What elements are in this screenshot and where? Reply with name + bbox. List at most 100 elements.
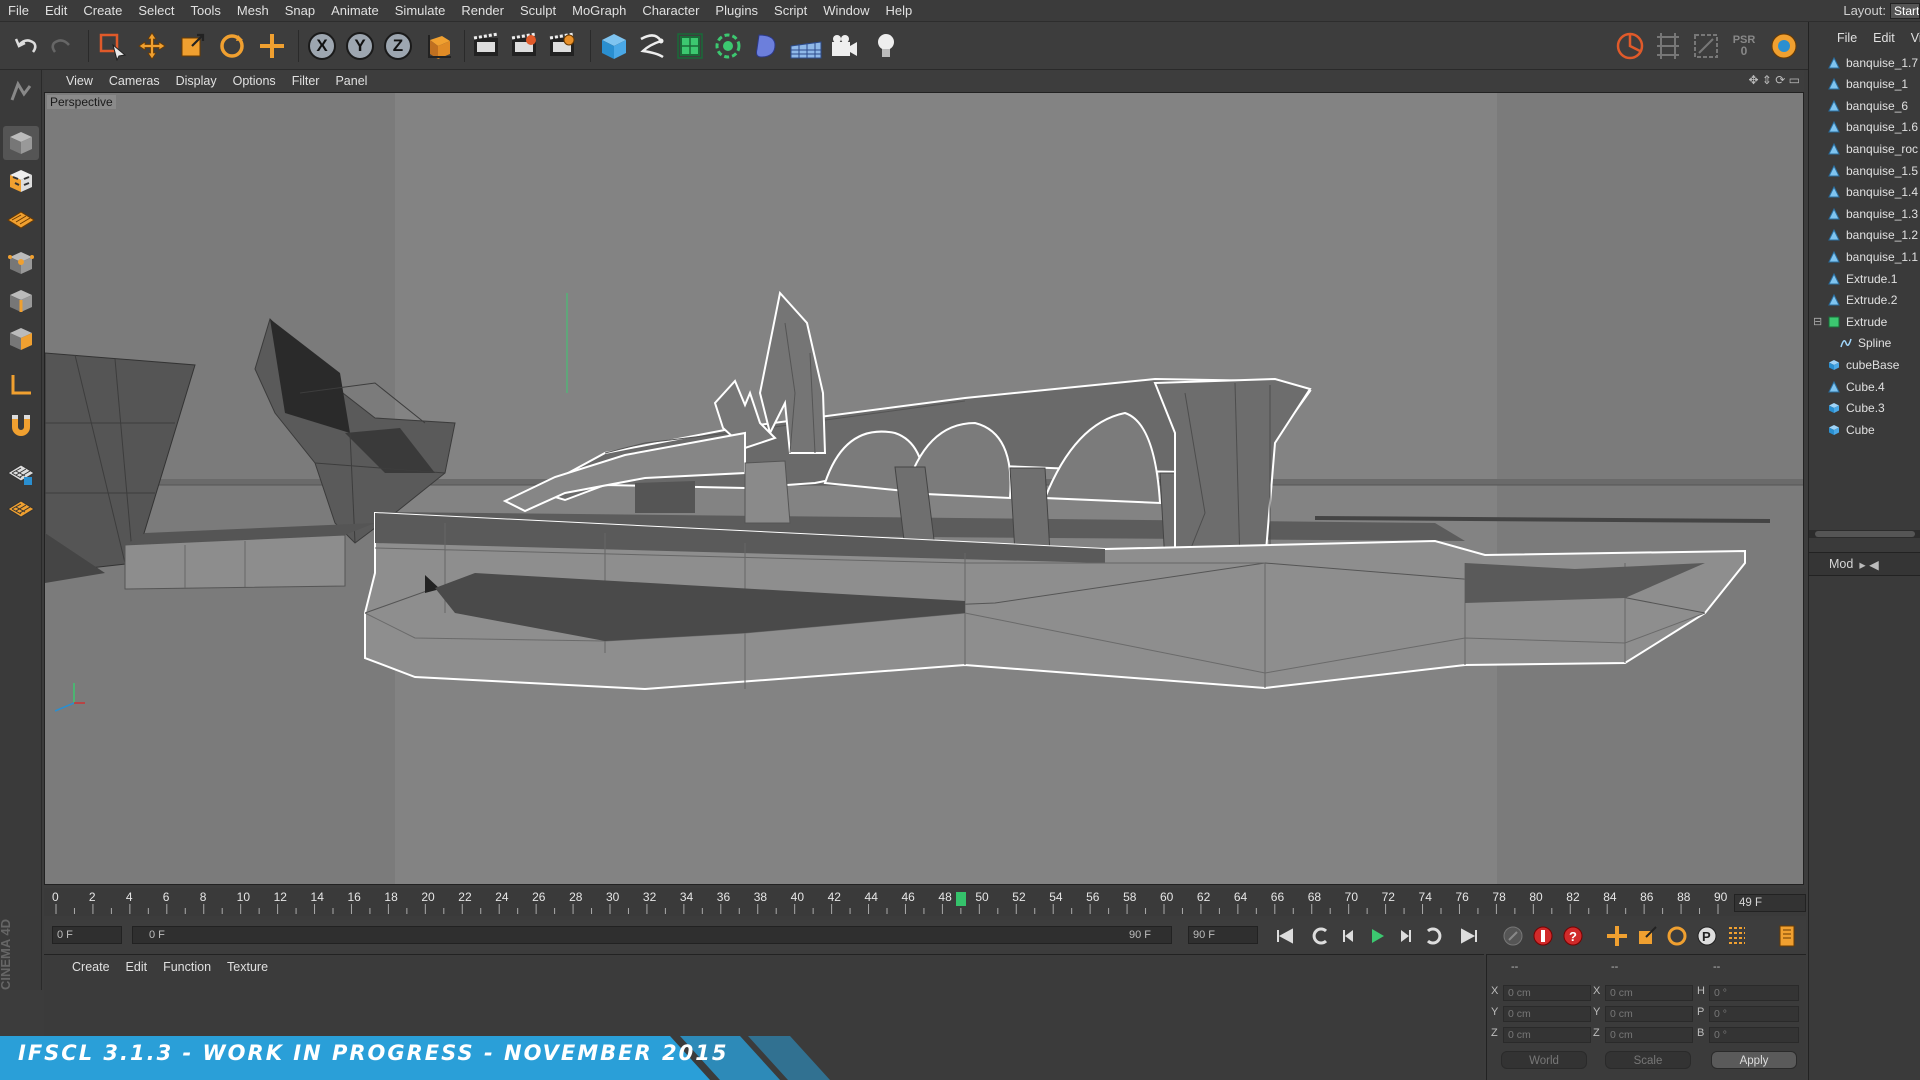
object-row[interactable]: ⊟ Extrude	[1809, 311, 1920, 332]
object-row[interactable]: Spline	[1809, 333, 1920, 354]
key-rotation-icon[interactable]	[1664, 923, 1690, 949]
menu-select[interactable]: Select	[130, 0, 182, 22]
x-axis-toggle[interactable]: X	[304, 28, 340, 64]
scale-icon[interactable]	[174, 28, 210, 64]
menu-character[interactable]: Character	[634, 0, 707, 22]
play-icon[interactable]	[1364, 923, 1390, 949]
render-picture-viewer-icon[interactable]	[506, 28, 542, 64]
apply-button[interactable]: Apply	[1711, 1051, 1797, 1069]
workplane-mode-icon[interactable]	[3, 202, 39, 236]
key-parameter-icon[interactable]: P	[1694, 923, 1720, 949]
rotation-field[interactable]: 0 °	[1709, 985, 1799, 1001]
mat-menu-edit[interactable]: Edit	[118, 960, 156, 974]
menu-mesh[interactable]: Mesh	[229, 0, 277, 22]
magnet-icon[interactable]	[3, 410, 39, 444]
subdivision-surface-icon[interactable]	[672, 28, 708, 64]
snap-icon[interactable]	[1612, 28, 1648, 64]
menu-help[interactable]: Help	[878, 0, 921, 22]
viewport-menu-filter[interactable]: Filter	[284, 74, 328, 88]
current-frame-field[interactable]: 49 F	[1734, 894, 1806, 912]
viewport-menu-cameras[interactable]: Cameras	[101, 74, 168, 88]
timeline-ruler[interactable]: 0 2 4 6 8 10 12 14 16 18 20 22 24 26 28 30 32 34 36 38 40 42 4…	[44, 888, 1806, 916]
redo-icon[interactable]	[44, 28, 80, 64]
attr-nav-icons[interactable]: ▸ ◀	[1859, 557, 1878, 572]
rotate-icon[interactable]	[214, 28, 250, 64]
end-frame-field[interactable]: 90 F	[1188, 926, 1258, 944]
mat-menu-create[interactable]: Create	[64, 960, 118, 974]
menu-create[interactable]: Create	[75, 0, 130, 22]
psr-lock-button[interactable]: PSR 0	[1726, 28, 1762, 64]
cube-primitive-icon[interactable]	[596, 28, 632, 64]
z-axis-toggle[interactable]: Z	[380, 28, 416, 64]
spline-pen-icon[interactable]	[634, 28, 670, 64]
viewport-menu-options[interactable]: Options	[225, 74, 284, 88]
object-row[interactable]: Extrude.1	[1809, 268, 1920, 289]
position-field[interactable]: 0 cm	[1503, 985, 1591, 1001]
timeline-current-frame-marker[interactable]	[955, 892, 966, 906]
menu-snap[interactable]: Snap	[277, 0, 323, 22]
object-row[interactable]: banquise_1.6	[1809, 117, 1920, 138]
rotation-field[interactable]: 0 °	[1709, 1027, 1799, 1043]
viewport-menu-panel[interactable]: Panel	[327, 74, 375, 88]
position-field[interactable]: 0 cm	[1503, 1027, 1591, 1043]
model-mode-icon[interactable]	[3, 126, 39, 160]
rotation-field[interactable]: 0 °	[1709, 1006, 1799, 1022]
coordinate-icon[interactable]	[254, 28, 290, 64]
make-editable-icon[interactable]	[3, 76, 39, 110]
key-pla-icon[interactable]	[1724, 923, 1750, 949]
om-menu-view[interactable]: Vi	[1903, 31, 1920, 45]
workplane-icon[interactable]	[1650, 28, 1686, 64]
collapse-toggle-icon[interactable]: ⊟	[1813, 315, 1822, 328]
go-to-end-icon[interactable]	[1456, 923, 1482, 949]
key-position-icon[interactable]	[1604, 923, 1630, 949]
y-axis-toggle[interactable]: Y	[342, 28, 378, 64]
next-frame-icon[interactable]	[1392, 923, 1418, 949]
mat-menu-function[interactable]: Function	[155, 960, 219, 974]
object-row[interactable]: banquise_1.2	[1809, 225, 1920, 246]
edit-render-settings-icon[interactable]	[544, 28, 580, 64]
object-row[interactable]: banquise_1.4	[1809, 182, 1920, 203]
object-row[interactable]: Cube.4	[1809, 376, 1920, 397]
size-field[interactable]: 0 cm	[1605, 985, 1693, 1001]
object-row[interactable]: banquise_1.5	[1809, 160, 1920, 181]
menu-edit[interactable]: Edit	[37, 0, 75, 22]
object-row[interactable]: Extrude.2	[1809, 290, 1920, 311]
previous-keyframe-icon[interactable]	[1308, 923, 1334, 949]
light-icon[interactable]	[868, 28, 904, 64]
object-row[interactable]: Cube.3	[1809, 398, 1920, 419]
layout-dropdown[interactable]: Start	[1890, 3, 1920, 19]
size-field[interactable]: 0 cm	[1605, 1006, 1693, 1022]
object-row[interactable]: banquise_1.1	[1809, 246, 1920, 267]
render-view-icon[interactable]	[468, 28, 504, 64]
viewport-menu-display[interactable]: Display	[168, 74, 225, 88]
coordinate-mode-dropdown[interactable]: World	[1501, 1051, 1587, 1069]
menu-script[interactable]: Script	[766, 0, 815, 22]
menu-render[interactable]: Render	[453, 0, 512, 22]
menu-animate[interactable]: Animate	[323, 0, 387, 22]
axis-mode-icon[interactable]	[3, 368, 39, 402]
array-icon[interactable]	[710, 28, 746, 64]
start-frame-field[interactable]: 0 F	[52, 926, 122, 944]
world-coordinate-icon[interactable]	[422, 28, 458, 64]
object-row[interactable]: banquise_roc	[1809, 138, 1920, 159]
autokeying-icon[interactable]	[1530, 923, 1556, 949]
menu-simulate[interactable]: Simulate	[387, 0, 454, 22]
mat-menu-texture[interactable]: Texture	[219, 960, 276, 974]
object-row[interactable]: cubeBase	[1809, 354, 1920, 375]
perspective-viewport[interactable]: Perspective	[44, 92, 1804, 885]
viewport-solo-icon[interactable]	[1766, 28, 1802, 64]
object-row[interactable]: banquise_1.7	[1809, 52, 1920, 73]
next-keyframe-icon[interactable]	[1420, 923, 1446, 949]
menu-sculpt[interactable]: Sculpt	[512, 0, 564, 22]
attr-mode-label[interactable]: Mod	[1829, 557, 1853, 571]
menu-tools[interactable]: Tools	[183, 0, 229, 22]
move-icon[interactable]	[134, 28, 170, 64]
previous-frame-icon[interactable]	[1336, 923, 1362, 949]
position-field[interactable]: 0 cm	[1503, 1006, 1591, 1022]
deformer-icon[interactable]	[748, 28, 784, 64]
points-mode-icon[interactable]	[3, 246, 39, 280]
tweak-mode-icon[interactable]	[3, 456, 39, 490]
texture-axis-icon[interactable]	[3, 492, 39, 526]
edges-mode-icon[interactable]	[3, 284, 39, 318]
timeline-window-icon[interactable]	[1774, 923, 1800, 949]
